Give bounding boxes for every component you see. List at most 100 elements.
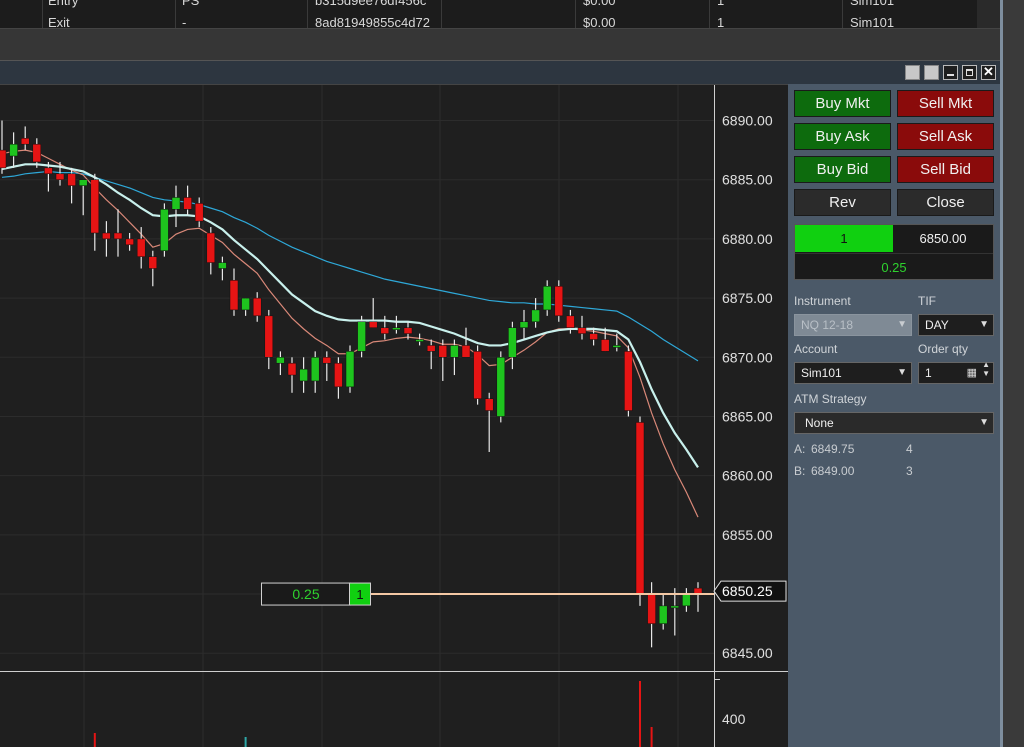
atm-strategy-select[interactable]: None ▼ <box>794 412 994 434</box>
execution-account: Sim101 <box>850 15 895 28</box>
buy-mkt-button[interactable]: Buy Mkt <box>794 90 891 117</box>
execution-name: Exit <box>48 15 70 28</box>
tile-icon[interactable] <box>924 65 939 80</box>
ask-price: 6849.75 <box>811 442 855 456</box>
candle-body <box>542 286 552 311</box>
minimize-icon[interactable] <box>943 65 958 80</box>
atm-strategy-label: ATM Strategy <box>794 392 867 406</box>
candle-body <box>20 138 30 145</box>
price-axis-label: 6865.00 <box>722 408 773 424</box>
order-qty-stepper[interactable]: 1 ▦ ▲ ▼ <box>918 360 994 384</box>
candle-body <box>484 398 494 411</box>
order-qty-label: Order qty <box>918 342 969 356</box>
grid-scrollbar[interactable] <box>977 0 1000 28</box>
buy-bid-button[interactable]: Buy Bid <box>794 156 891 183</box>
chart-window-header[interactable]: ✕ <box>0 60 1000 84</box>
close-position-button[interactable]: Close <box>897 189 994 216</box>
candle-body <box>102 232 111 240</box>
candle-body <box>0 149 7 169</box>
price-chart[interactable]: 6890.00 6885.00 6880.00 6875.00 6870.00 6865.… <box>0 84 788 747</box>
chart-canvas[interactable]: 6890.00 6885.00 6880.00 6875.00 6870.00 6865.… <box>0 85 788 747</box>
calculator-icon[interactable]: ▦ <box>967 363 977 383</box>
candle-body <box>78 179 88 186</box>
position-qty: 1 <box>795 225 893 252</box>
table-row[interactable]: Exit - 8ad81949855c4d72 $0.00 1 Sim101 <box>0 15 1000 28</box>
candle-body <box>635 422 645 595</box>
candle-body <box>473 351 482 399</box>
last-price-label: 6850.25 <box>722 583 773 599</box>
sell-bid-button[interactable]: Sell Bid <box>897 156 994 183</box>
execution-qty: PS <box>182 0 200 8</box>
ask-label: A: <box>794 442 806 456</box>
candle-body <box>600 339 610 352</box>
candle-body <box>229 280 239 311</box>
window-edge-accent <box>1000 0 1003 747</box>
candle-body <box>403 327 413 334</box>
rev-button[interactable]: Rev <box>794 189 891 216</box>
tif-label: TIF <box>918 294 936 308</box>
bid-price: 6849.00 <box>811 464 855 478</box>
candle-body <box>55 173 65 180</box>
candle-body <box>90 179 100 234</box>
close-glyph: ✕ <box>983 64 994 79</box>
chevron-down-icon: ▼ <box>979 319 989 330</box>
candle-body <box>612 345 622 348</box>
candle-body <box>519 321 529 328</box>
candle-body <box>136 238 146 257</box>
order-qty-value: 1 <box>925 366 932 380</box>
execution-commission: $0.00 <box>583 15 616 28</box>
candle-body <box>438 345 448 358</box>
candle-body <box>44 167 53 175</box>
candle-body <box>461 345 471 358</box>
position-qty-text: 1 <box>356 587 363 602</box>
candle-body <box>206 232 216 263</box>
position-pnl-text: 0.25 <box>292 586 319 602</box>
sell-ask-button[interactable]: Sell Ask <box>897 123 994 150</box>
candle-body <box>183 197 192 210</box>
candle-body <box>276 357 285 364</box>
tif-select[interactable]: DAY ▼ <box>918 314 994 336</box>
candle-body <box>368 321 378 328</box>
candle-body <box>299 368 308 382</box>
candle-body <box>658 605 668 624</box>
candle-body <box>647 593 656 624</box>
stepper-arrows-icon[interactable]: ▲ ▼ <box>982 360 990 378</box>
candle-body <box>380 327 390 334</box>
candle-body <box>287 362 297 376</box>
price-axis-label: 6855.00 <box>722 527 773 543</box>
candle-body <box>310 357 320 382</box>
maximize-icon[interactable] <box>962 65 977 80</box>
candle-body <box>241 297 250 311</box>
price-axis-label: 6885.00 <box>722 172 773 188</box>
sell-mkt-button[interactable]: Sell Mkt <box>897 90 994 117</box>
bid-label: B: <box>794 464 806 478</box>
account-label: Account <box>794 342 838 356</box>
account-value: Sim101 <box>801 366 842 380</box>
close-icon[interactable]: ✕ <box>981 64 996 80</box>
candle-body <box>624 351 633 411</box>
execution-id: 8ad81949855c4d72 <box>315 15 430 28</box>
table-row[interactable]: Entry PS b315d9ee76df456c $0.00 1 Sim101 <box>0 0 1000 9</box>
execution-id: b315d9ee76df456c <box>315 0 427 8</box>
instrument-label: Instrument <box>794 294 851 308</box>
ema-mid-line <box>1 163 699 468</box>
window-edge <box>1000 0 1024 747</box>
candle-body <box>194 203 204 222</box>
candle-body <box>577 327 587 334</box>
position-avg-price: 6850.00 <box>919 231 967 246</box>
executions-grid: Entry PS b315d9ee76df456c $0.00 1 Sim101… <box>0 0 1000 28</box>
bid-size: 3 <box>906 464 913 478</box>
account-select[interactable]: Sim101 ▼ <box>794 362 912 384</box>
candle-body <box>496 357 506 417</box>
price-axis-label: 6890.00 <box>722 113 773 129</box>
buy-ask-button[interactable]: Buy Ask <box>794 123 891 150</box>
candle-body <box>392 327 401 330</box>
chevron-down-icon: ▼ <box>897 367 907 378</box>
candle-body <box>113 232 123 240</box>
candle-body <box>670 605 680 609</box>
candle-body <box>264 315 274 358</box>
candle-body <box>171 197 181 210</box>
restore-icon[interactable] <box>905 65 920 80</box>
tif-value: DAY <box>925 318 949 332</box>
candle-body <box>148 256 158 269</box>
